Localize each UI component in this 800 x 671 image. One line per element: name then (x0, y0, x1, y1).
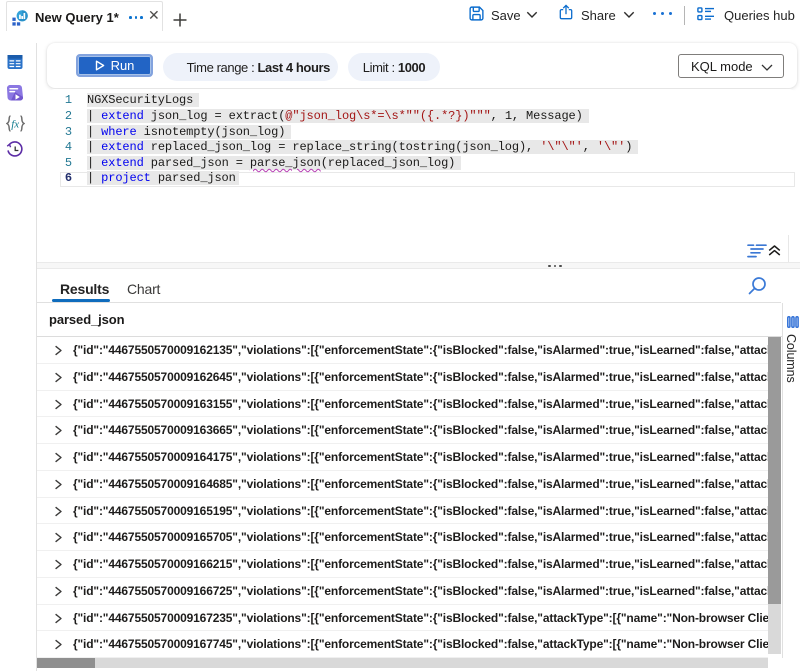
svg-text:fx: fx (11, 119, 19, 131)
